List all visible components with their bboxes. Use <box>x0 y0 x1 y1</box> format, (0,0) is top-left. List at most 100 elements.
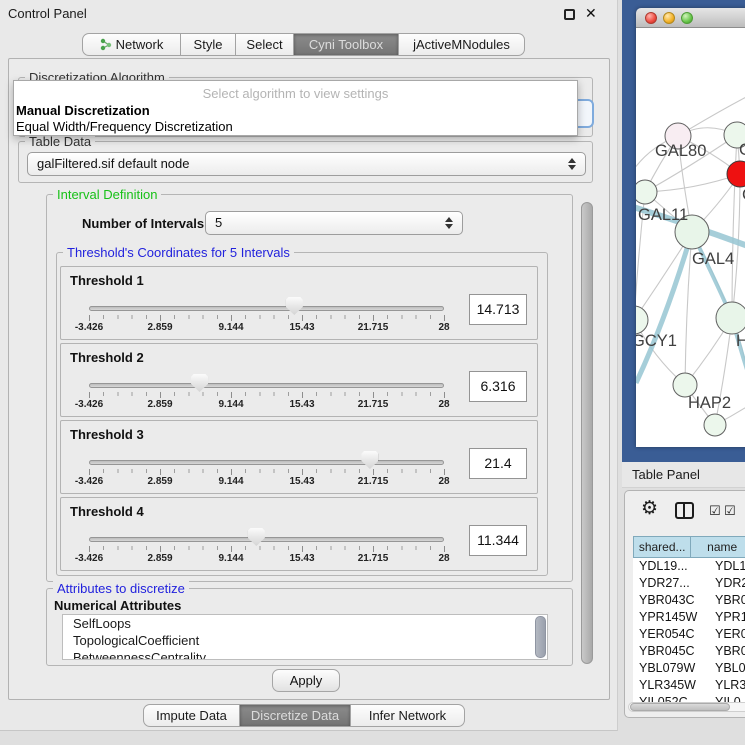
tab-cyni-toolbox[interactable]: Cyni Toolbox <box>294 33 399 56</box>
cell-name[interactable]: YDL1 <box>709 558 745 575</box>
slider-ticks <box>89 546 445 552</box>
threshold-slider[interactable]: -3.426 2.859 9.144 15.43 21.715 28 <box>89 293 444 339</box>
slider-track[interactable] <box>89 537 444 542</box>
node-gal11[interactable] <box>636 180 657 204</box>
threshold-slider[interactable]: -3.426 2.859 9.144 15.43 21.715 28 <box>89 447 444 493</box>
node-label-gal11: GAL11 <box>638 206 688 224</box>
cell-shared-name[interactable]: YER054C <box>633 626 709 643</box>
table-row[interactable]: YBR043C YBR0 <box>633 592 745 609</box>
attribute-list-item[interactable]: BetweennessCentrality <box>63 649 547 660</box>
table-row[interactable]: YBL079W YBL0 <box>633 660 745 677</box>
cyni-bottom-tabbar: Impute Data Discretize Data Infer Networ… <box>143 704 465 727</box>
tick-label: 9.144 <box>218 476 243 487</box>
network-window-titlebar[interactable] <box>636 8 745 28</box>
spinner-stepper-icon[interactable] <box>445 216 453 230</box>
threshold-list: Threshold 1 -3.426 2.859 9.144 <box>60 266 540 574</box>
number-of-intervals-label: Number of Intervals <box>82 216 204 231</box>
cell-name[interactable]: YBL0 <box>709 660 745 677</box>
tab-select[interactable]: Select <box>236 33 294 56</box>
column-header-name[interactable]: name <box>691 536 745 558</box>
bottom-tab-discretize-data[interactable]: Discretize Data <box>240 704 351 727</box>
split-view-icon[interactable] <box>675 502 694 519</box>
slider-track[interactable] <box>89 383 444 388</box>
threshold-value-field[interactable]: 6.316 <box>469 371 527 402</box>
cell-shared-name[interactable]: YBR045C <box>633 643 709 660</box>
node-right-mid[interactable] <box>716 302 745 334</box>
network-canvas[interactable]: GAL80 GA C GAL11 GAL4 GCY1 HA HAP2 <box>636 28 745 447</box>
table-panel-title: Table Panel <box>632 467 700 482</box>
tab-style[interactable]: Style <box>181 33 236 56</box>
network-window: GAL80 GA C GAL11 GAL4 GCY1 HA HAP2 <box>636 8 745 447</box>
threshold-slider[interactable]: -3.426 2.859 9.144 15.43 21.715 28 <box>89 524 444 570</box>
cell-name[interactable]: YER0 <box>709 626 745 643</box>
settings-gear-icon[interactable]: ⚙ <box>641 499 658 518</box>
table-row[interactable]: YDL19... YDL1 <box>633 558 745 575</box>
threshold-value-field[interactable]: 11.344 <box>469 525 527 556</box>
threshold-slider[interactable]: -3.426 2.859 9.144 15.43 21.715 28 <box>89 370 444 416</box>
cell-shared-name[interactable]: YBR043C <box>633 592 709 609</box>
slider-track[interactable] <box>89 460 444 465</box>
bottom-tab-infer-network[interactable]: Infer Network <box>351 704 465 727</box>
cell-shared-name[interactable]: YIL052C <box>633 694 709 702</box>
number-of-intervals-value: 5 <box>215 215 222 230</box>
cell-name[interactable]: YBR0 <box>709 592 745 609</box>
cell-shared-name[interactable]: YLR345W <box>633 677 709 694</box>
table-hscrollbar-thumb[interactable] <box>630 703 730 711</box>
minimize-button[interactable] <box>663 12 675 24</box>
cell-shared-name[interactable]: YBL079W <box>633 660 709 677</box>
tab-jactivemnodules[interactable]: jActiveMNodules <box>399 33 525 56</box>
threshold-value-field[interactable]: 14.713 <box>469 294 527 325</box>
table-row[interactable]: YDR27... YDR2 <box>633 575 745 592</box>
table-header-row: shared... name <box>633 536 745 558</box>
table-row[interactable]: YIL052C YIL0 <box>633 694 745 702</box>
panel-scrollbar[interactable] <box>581 202 593 664</box>
select-columns-icon[interactable]: ☑ <box>709 504 721 517</box>
slider-track[interactable] <box>89 306 444 311</box>
cell-shared-name[interactable]: YDR27... <box>633 575 709 592</box>
cell-name[interactable]: YPR1 <box>709 609 745 626</box>
attribute-list-item[interactable]: TopologicalCoefficient <box>63 632 547 649</box>
cell-shared-name[interactable]: YPR145W <box>633 609 709 626</box>
close-panel-icon[interactable]: ✕ <box>585 5 597 22</box>
cell-shared-name[interactable]: YDL19... <box>633 558 709 575</box>
combo-stepper-icon[interactable] <box>568 157 576 171</box>
apply-button[interactable]: Apply <box>272 669 340 692</box>
slider-thumb[interactable] <box>361 451 378 469</box>
table-data-combobox[interactable]: galFiltered.sif default node <box>27 152 586 176</box>
node-bottom[interactable] <box>704 414 726 436</box>
column-header-shared-name[interactable]: shared... <box>633 536 691 558</box>
number-of-intervals-spinner[interactable]: 5 <box>205 211 463 235</box>
attributes-group-label: Attributes to discretize <box>53 581 189 596</box>
table-row[interactable]: YPR145W YPR1 <box>633 609 745 626</box>
close-button[interactable] <box>645 12 657 24</box>
table-row[interactable]: YER054C YER0 <box>633 626 745 643</box>
node-label-gal80: GAL80 <box>655 142 706 160</box>
table-hscrollbar[interactable] <box>628 702 745 712</box>
node-red-selected[interactable] <box>727 161 745 187</box>
network-nodes[interactable] <box>636 122 745 436</box>
network-window-frame[interactable]: GAL80 GA C GAL11 GAL4 GCY1 HA HAP2 <box>622 0 745 462</box>
threshold-panel: Threshold 1 -3.426 2.859 9.144 <box>60 266 538 340</box>
algorithm-option-equal-width[interactable]: Equal Width/Frequency Discretization <box>16 119 576 134</box>
select-all-icon[interactable]: ☑ <box>724 504 736 517</box>
cell-name[interactable]: YLR3 <box>709 677 745 694</box>
cell-name[interactable]: YBR0 <box>709 643 745 660</box>
slider-thumb[interactable] <box>191 374 208 392</box>
table-row[interactable]: YLR345W YLR3 <box>633 677 745 694</box>
threshold-label: Threshold 1 <box>70 273 144 288</box>
cell-name[interactable]: YDR2 <box>709 575 745 592</box>
tab-network[interactable]: Network <box>82 33 181 56</box>
table-row[interactable]: YBR045C YBR0 <box>633 643 745 660</box>
tab-network-label: Network <box>116 37 164 52</box>
threshold-value-field[interactable]: 21.4 <box>469 448 527 479</box>
attribute-list-item[interactable]: SelfLoops <box>63 615 547 632</box>
slider-thumb[interactable] <box>248 528 265 546</box>
node-gcy1[interactable] <box>636 306 648 334</box>
algorithm-option-manual[interactable]: Manual Discretization <box>16 103 576 118</box>
float-window-icon[interactable] <box>564 9 575 20</box>
zoom-button[interactable] <box>681 12 693 24</box>
attribute-list-scrollbar[interactable] <box>535 616 546 658</box>
bottom-tab-impute-data[interactable]: Impute Data <box>143 704 240 727</box>
slider-thumb[interactable] <box>286 297 303 315</box>
cell-name[interactable]: YIL0 <box>709 694 745 702</box>
